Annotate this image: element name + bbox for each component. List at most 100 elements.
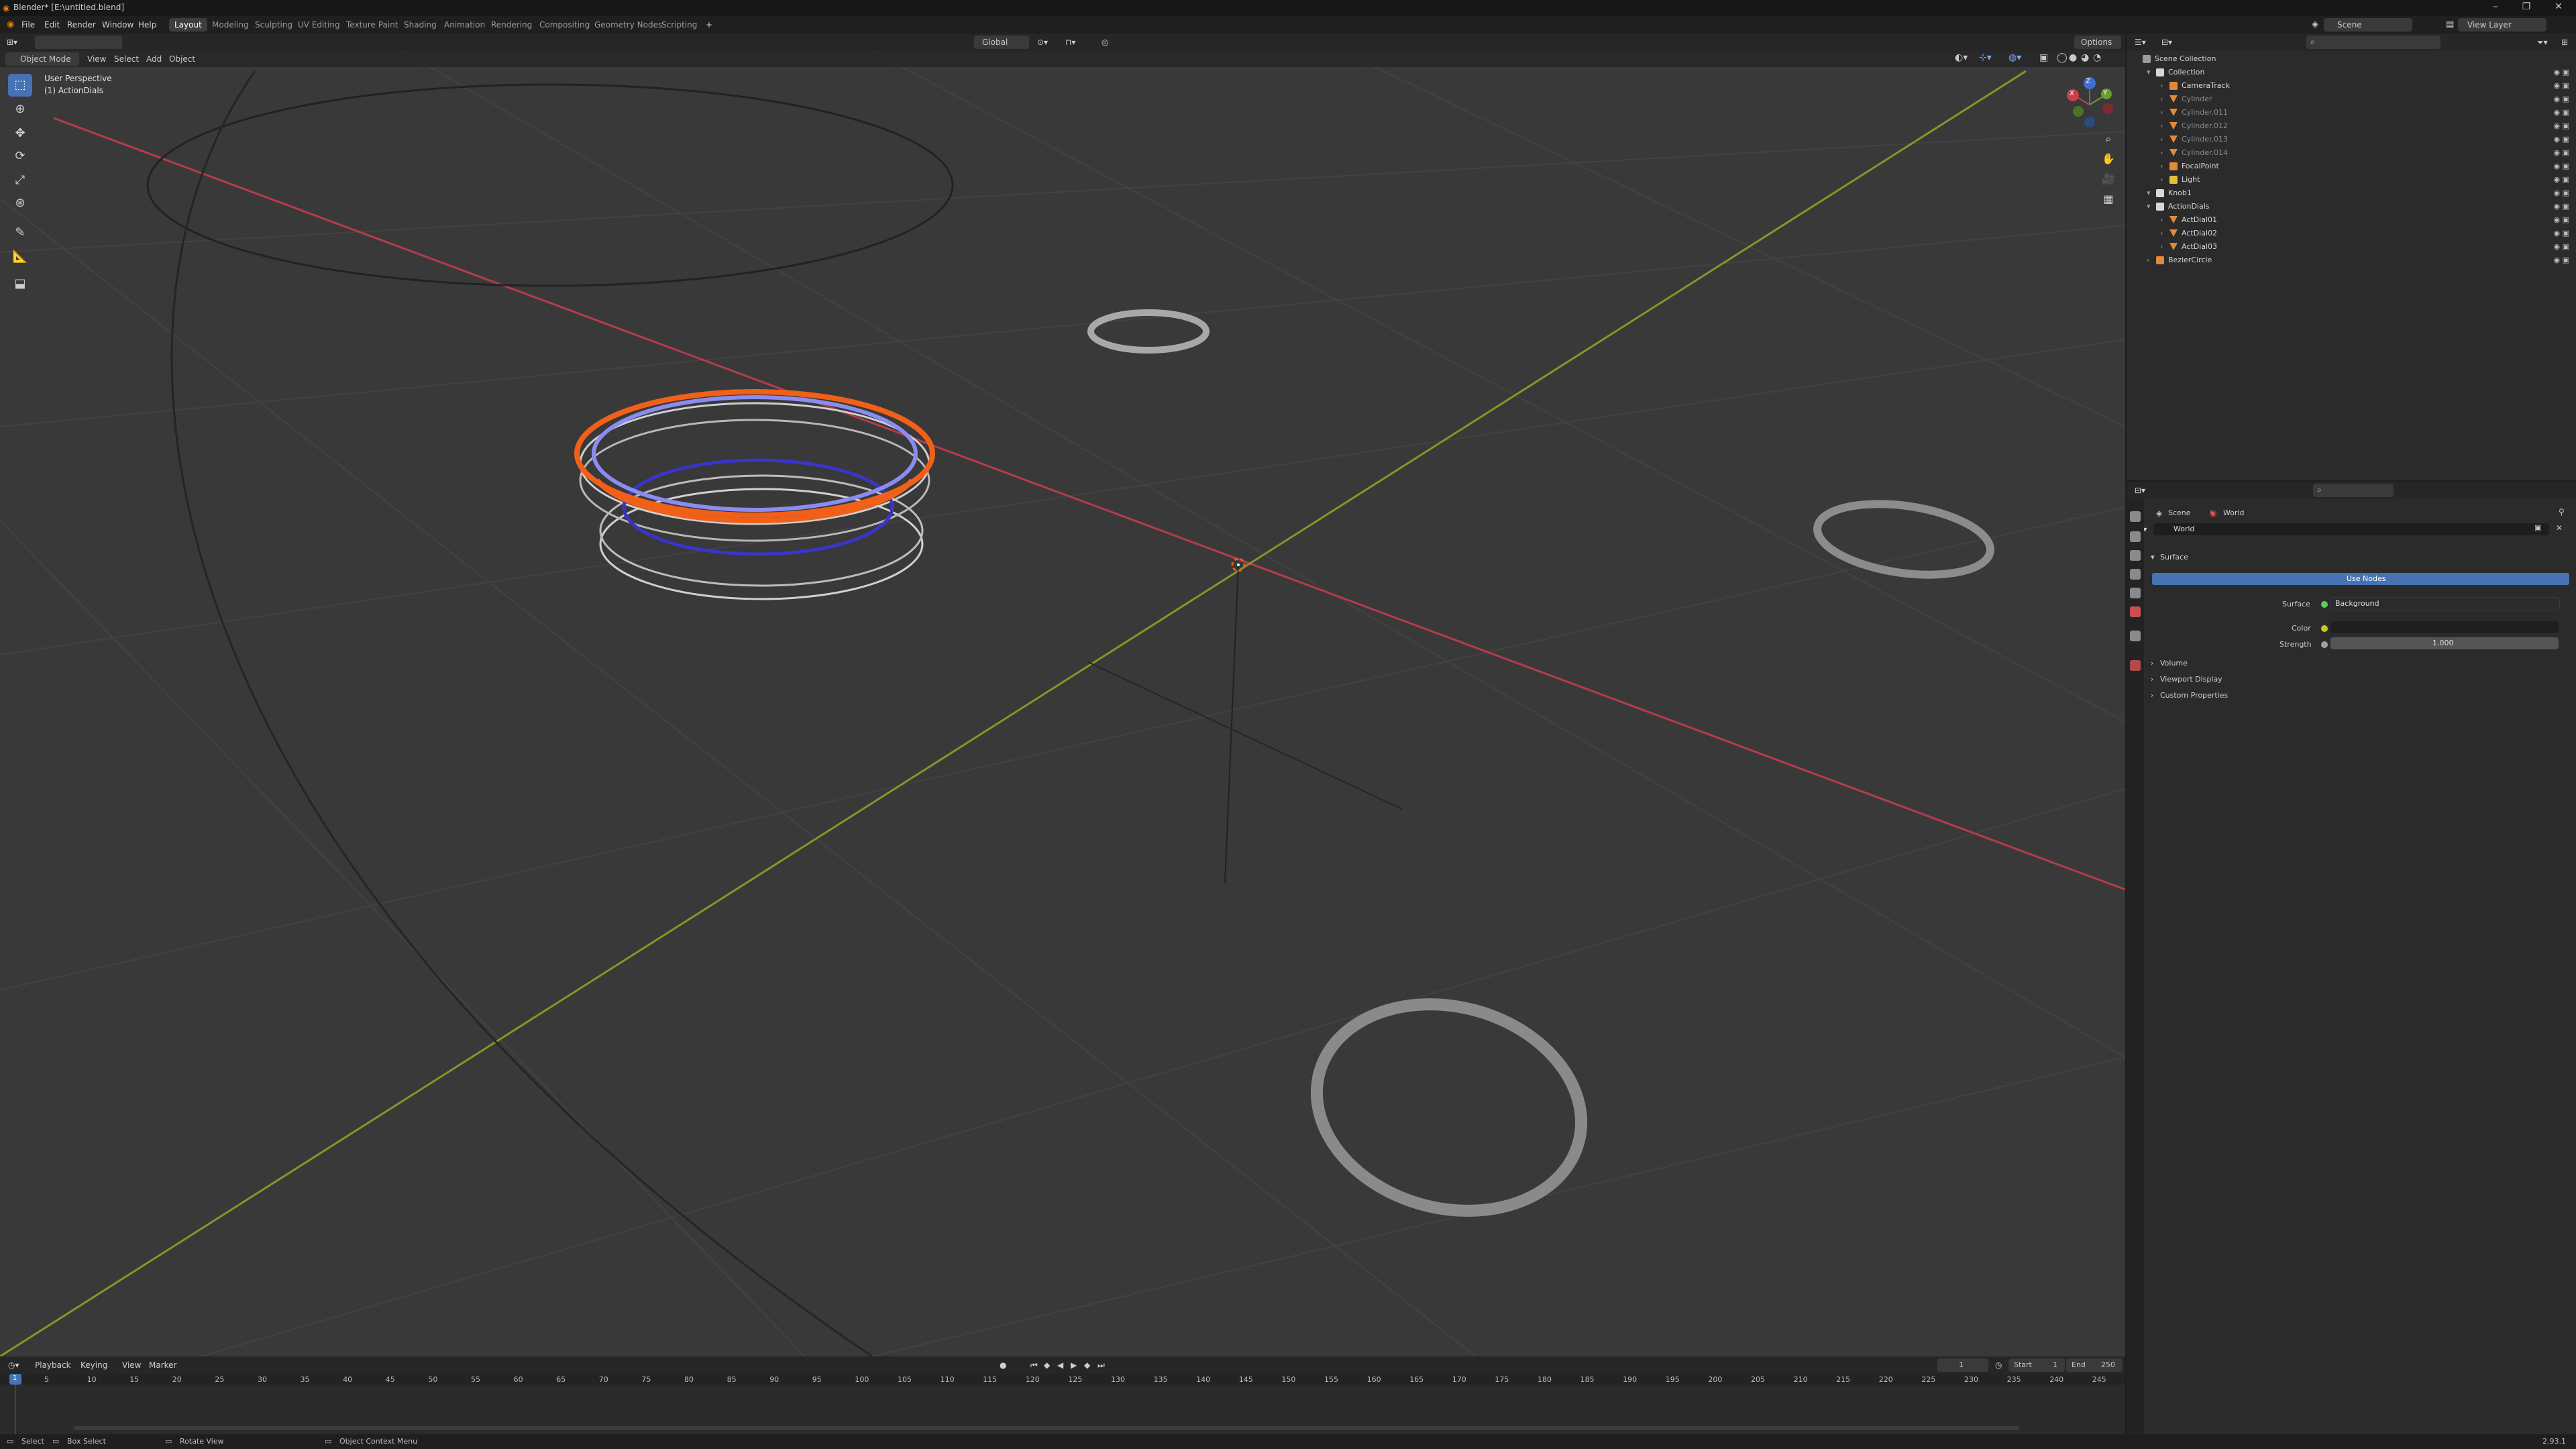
- cursor-tool-icon[interactable]: ⊕: [8, 98, 32, 121]
- menu-edit[interactable]: Edit: [44, 20, 60, 30]
- outliner-editor-type-icon[interactable]: ☰▾: [2131, 36, 2150, 49]
- prev-keyframe-icon[interactable]: ◆: [1040, 1358, 1054, 1372]
- outliner-row[interactable]: › FocalPoint ◉ ▣: [2127, 160, 2576, 173]
- annotate-tool-icon[interactable]: ✎: [8, 221, 32, 244]
- tab-texture-paint[interactable]: Texture Paint: [341, 18, 403, 32]
- visibility-eye-icon[interactable]: ◉ ▣: [2554, 119, 2570, 133]
- outliner-row[interactable]: › Light ◉ ▣: [2127, 173, 2576, 186]
- texture-tab-icon[interactable]: [2130, 660, 2141, 671]
- menu-file[interactable]: File: [21, 20, 35, 30]
- visibility-eye-icon[interactable]: ◉ ▣: [2554, 93, 2570, 106]
- viewport-menu-object[interactable]: Object: [169, 54, 195, 64]
- surface-panel-header[interactable]: Surface: [2160, 553, 2188, 561]
- pivot-point-icon[interactable]: ⊙▾: [1033, 36, 1052, 49]
- maximize-icon[interactable]: ❐: [2514, 1, 2538, 15]
- proportional-edit-icon[interactable]: ◎: [1097, 36, 1112, 49]
- outliner-row[interactable]: › Cylinder ◉ ▣: [2127, 93, 2576, 106]
- pin-icon[interactable]: ⚲: [2559, 507, 2565, 517]
- playhead[interactable]: 1: [9, 1374, 21, 1385]
- snap-icon[interactable]: ⊓▾: [1061, 36, 1079, 49]
- custom-properties-chevron-icon[interactable]: ›: [2151, 691, 2153, 700]
- outliner-row[interactable]: › Cylinder.013 ◉ ▣: [2127, 133, 2576, 146]
- transform-tool-icon[interactable]: ⊛: [8, 192, 32, 215]
- use-nodes-button[interactable]: Use Nodes: [2152, 573, 2569, 585]
- preview-range-icon[interactable]: ◷: [1991, 1358, 2006, 1372]
- outliner-row[interactable]: › ActDial03 ◉ ▣: [2127, 240, 2576, 254]
- outliner-row[interactable]: ▾ ActionDials ◉ ▣: [2127, 200, 2576, 213]
- visibility-eye-icon[interactable]: ◉ ▣: [2554, 213, 2570, 227]
- gizmo-y-label[interactable]: Y: [2103, 89, 2107, 97]
- end-frame-field[interactable]: End 250: [2066, 1358, 2123, 1372]
- start-frame-field[interactable]: Start 1: [2008, 1358, 2065, 1372]
- render-tab-icon[interactable]: [2130, 531, 2141, 542]
- expand-chevron-icon[interactable]: ›: [2160, 213, 2163, 227]
- expand-chevron-icon[interactable]: ›: [2160, 173, 2163, 186]
- shading-rendered-icon[interactable]: ◔: [2093, 52, 2101, 63]
- rotate-tool-icon[interactable]: ⟳: [8, 145, 32, 168]
- filter-icon[interactable]: ⏷▾: [2533, 36, 2552, 49]
- expand-chevron-icon[interactable]: ›: [2160, 240, 2163, 254]
- outliner-row[interactable]: ▾ Knob1 ◉ ▣: [2127, 186, 2576, 200]
- play-icon[interactable]: ▶: [1067, 1358, 1081, 1372]
- strength-field[interactable]: 1.000: [2330, 637, 2559, 649]
- add-workspace-icon[interactable]: +: [700, 18, 718, 32]
- camera-view-icon[interactable]: 🎥: [2098, 169, 2118, 189]
- selection-mode-group[interactable]: [35, 36, 122, 49]
- viewport-display-chevron-icon[interactable]: ›: [2151, 675, 2153, 684]
- expand-chevron-icon[interactable]: ›: [2160, 119, 2163, 133]
- menu-render[interactable]: Render: [67, 20, 96, 30]
- tab-shading[interactable]: Shading: [398, 18, 442, 32]
- minimize-icon[interactable]: –: [2483, 1, 2508, 15]
- viewport-menu-select[interactable]: Select: [114, 54, 139, 64]
- menu-help[interactable]: Help: [138, 20, 156, 30]
- outliner-search-input[interactable]: ⌕: [2306, 36, 2440, 49]
- outliner-row[interactable]: › BezierCircle ◉ ▣: [2127, 254, 2576, 267]
- move-tool-icon[interactable]: ✥: [8, 122, 32, 145]
- fake-user-icon[interactable]: ▣: [2534, 523, 2541, 532]
- properties-search-input[interactable]: ⌕: [2313, 484, 2394, 497]
- add-cube-tool-icon[interactable]: ⬓: [8, 272, 32, 295]
- visibility-eye-icon[interactable]: ◉ ▣: [2554, 106, 2570, 119]
- output-tab-icon[interactable]: [2130, 550, 2141, 561]
- expand-chevron-icon[interactable]: ›: [2160, 106, 2163, 119]
- expand-chevron-icon[interactable]: ›: [2160, 146, 2163, 160]
- visibility-eye-icon[interactable]: ◉ ▣: [2554, 160, 2570, 173]
- editor-type-icon[interactable]: ⊞▾: [3, 36, 21, 49]
- outliner-row-scene-collection[interactable]: Scene Collection: [2127, 52, 2576, 66]
- color-swatch[interactable]: [2330, 621, 2559, 633]
- world-datablock-field[interactable]: World: [2153, 523, 2549, 535]
- visibility-eye-icon[interactable]: ◉ ▣: [2554, 254, 2570, 267]
- expand-chevron-icon[interactable]: ›: [2160, 93, 2163, 106]
- close-icon[interactable]: ✕: [2546, 1, 2571, 15]
- pan-hand-icon[interactable]: ✋: [2098, 149, 2118, 169]
- expand-chevron-icon[interactable]: ›: [2147, 254, 2149, 267]
- surface-shader-field[interactable]: Background: [2330, 597, 2560, 610]
- volume-panel-header[interactable]: Volume: [2160, 659, 2188, 667]
- shading-solid-icon[interactable]: ●: [2069, 52, 2077, 63]
- visibility-eye-icon[interactable]: ◉ ▣: [2554, 240, 2570, 254]
- outliner-row[interactable]: › Cylinder.011 ◉ ▣: [2127, 106, 2576, 119]
- 3d-viewport[interactable]: Object Mode View Select Add Object ◐▾ ⊹▾…: [0, 51, 2125, 1356]
- visibility-eye-icon[interactable]: ◉ ▣: [2554, 186, 2570, 200]
- outliner-row[interactable]: › ActDial02 ◉ ▣: [2127, 227, 2576, 240]
- visibility-eye-icon[interactable]: ◉ ▣: [2554, 146, 2570, 160]
- expand-chevron-icon[interactable]: ›: [2160, 227, 2163, 240]
- play-reverse-icon[interactable]: ◀: [1053, 1358, 1067, 1372]
- viewport-menu-add[interactable]: Add: [146, 54, 162, 64]
- expand-chevron-icon[interactable]: ▾: [2147, 66, 2151, 79]
- scale-tool-icon[interactable]: ⤢: [8, 169, 32, 192]
- tab-uv-editing[interactable]: UV Editing: [292, 18, 345, 32]
- world-tab-icon[interactable]: [2130, 606, 2141, 617]
- record-icon[interactable]: ●: [996, 1358, 1010, 1372]
- custom-properties-panel-header[interactable]: Custom Properties: [2160, 691, 2228, 700]
- outliner-row[interactable]: ▾ Collection ◉ ▣: [2127, 66, 2576, 79]
- surface-panel-chevron-icon[interactable]: ▾: [2151, 553, 2155, 561]
- expand-chevron-icon[interactable]: ›: [2160, 79, 2163, 93]
- properties-editor-type-icon[interactable]: ⊟▾: [2131, 484, 2149, 497]
- tab-sculpting[interactable]: Sculpting: [250, 18, 298, 32]
- perspective-toggle-icon[interactable]: ▦: [2098, 189, 2118, 209]
- tool-tab-icon[interactable]: [2130, 511, 2141, 522]
- viewport-menu-view[interactable]: View: [87, 54, 106, 64]
- scene-tab-icon[interactable]: [2130, 588, 2141, 598]
- tab-layout[interactable]: Layout: [169, 18, 207, 32]
